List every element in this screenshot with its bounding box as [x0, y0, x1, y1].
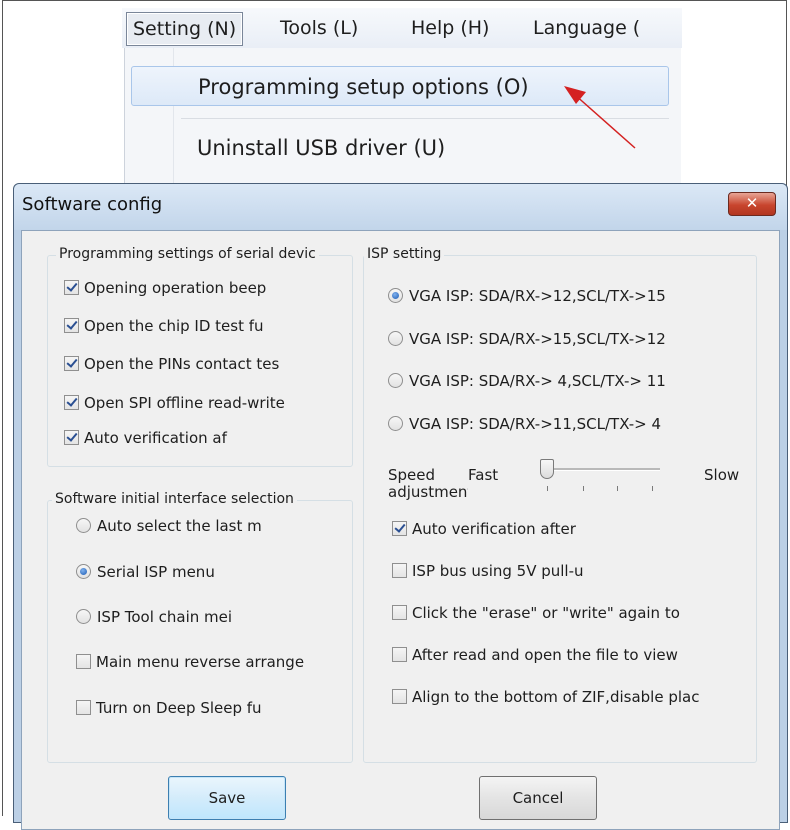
software-config-dialog: Software config ✕ Programming settings o…	[13, 183, 788, 830]
checkbox-deep-sleep[interactable]: Turn on Deep Sleep fu	[76, 697, 284, 719]
checkbox-box	[392, 647, 407, 662]
checkbox-main-menu-reverse[interactable]: Main menu reverse arrange	[76, 651, 348, 673]
checkbox-chip-id-test[interactable]: Open the chip ID test fu	[64, 315, 350, 337]
radio-label: VGA ISP: SDA/RX->11,SCL/TX-> 4	[409, 415, 662, 433]
radio-serial-isp-menu[interactable]: Serial ISP menu	[76, 561, 348, 583]
menu-help[interactable]: Help (H)	[405, 12, 495, 44]
page-frame-left	[2, 0, 3, 816]
checkbox-label: Open SPI offline read-write	[84, 394, 285, 412]
slider-tick	[583, 486, 584, 491]
dialog-titlebar[interactable]: Software config ✕	[14, 184, 787, 230]
checkbox-box	[64, 356, 79, 371]
checkbox-pins-contact-test[interactable]: Open the PINs contact tes	[64, 353, 350, 375]
radio-vga-isp-11-4[interactable]: VGA ISP: SDA/RX->11,SCL/TX-> 4	[388, 413, 748, 435]
checkbox-label: ISP bus using 5V pull-u	[412, 562, 584, 580]
checkbox-box	[76, 654, 91, 669]
serial-settings-group: Programming settings of serial devic Ope…	[47, 246, 353, 467]
speed-fast-label: Fast	[468, 466, 499, 484]
radio-isp-tool-chain[interactable]: ISP Tool chain mei	[76, 606, 256, 628]
checkbox-label: Auto verification after	[412, 520, 576, 538]
checkbox-box	[64, 395, 79, 410]
speed-adjustment-label: Speed adjustment:	[388, 467, 468, 501]
checkbox-isp-5v-pullup[interactable]: ISP bus using 5V pull-u	[392, 560, 637, 582]
isp-setting-group: ISP setting VGA ISP: SDA/RX->12,SCL/TX->…	[363, 246, 757, 763]
radio-label: Auto select the last m	[97, 517, 262, 535]
menu-tools[interactable]: Tools (L)	[274, 12, 364, 44]
slider-tick	[547, 486, 548, 491]
radio-label: ISP Tool chain mei	[97, 608, 233, 626]
checkbox-isp-auto-verification[interactable]: Auto verification after	[392, 518, 642, 540]
checkbox-box	[64, 430, 79, 445]
checkbox-label: Turn on Deep Sleep fu	[96, 699, 262, 717]
checkbox-spi-offline[interactable]: Open SPI offline read-write	[64, 392, 350, 414]
slider-tick	[652, 486, 653, 491]
dialog-client-area: Programming settings of serial devic Ope…	[21, 230, 780, 830]
dialog-title: Software config	[22, 194, 163, 215]
speed-slider-track[interactable]	[540, 468, 660, 471]
close-button[interactable]: ✕	[728, 192, 776, 216]
checkbox-label: Main menu reverse arrange	[96, 653, 305, 671]
serial-settings-title: Programming settings of serial devic	[56, 246, 319, 262]
radio-label: VGA ISP: SDA/RX->12,SCL/TX->15	[409, 287, 666, 305]
checkbox-box	[76, 700, 91, 715]
radio-button	[76, 564, 91, 579]
checkbox-box	[392, 521, 407, 536]
menu-language[interactable]: Language (	[527, 12, 646, 44]
cancel-button[interactable]: Cancel	[479, 776, 597, 820]
radio-button	[388, 288, 403, 303]
checkbox-box	[392, 563, 407, 578]
radio-label: VGA ISP: SDA/RX-> 4,SCL/TX-> 11	[409, 372, 666, 390]
radio-button	[388, 373, 403, 388]
checkbox-align-bottom-zif[interactable]: Align to the bottom of ZIF,disable plac	[392, 686, 747, 708]
checkbox-opening-beep[interactable]: Opening operation beep	[64, 277, 350, 299]
radio-vga-isp-4-11[interactable]: VGA ISP: SDA/RX-> 4,SCL/TX-> 11	[388, 370, 748, 392]
radio-auto-select-last[interactable]: Auto select the last m	[76, 515, 348, 537]
radio-button	[388, 331, 403, 346]
checkbox-label: After read and open the file to view	[412, 646, 678, 664]
checkbox-click-erase-write-again[interactable]: Click the "erase" or "write" again to	[392, 602, 747, 624]
initial-interface-group: Software initial interface selection Aut…	[47, 491, 353, 763]
slider-tick	[617, 486, 618, 491]
radio-button	[76, 609, 91, 624]
isp-setting-title: ISP setting	[364, 246, 445, 262]
checkbox-label: Opening operation beep	[84, 279, 267, 297]
checkbox-label: Open the PINs contact tes	[84, 355, 280, 373]
radio-label: VGA ISP: SDA/RX->15,SCL/TX->12	[409, 330, 666, 348]
checkbox-read-open-file[interactable]: After read and open the file to view	[392, 644, 747, 666]
checkbox-box	[64, 318, 79, 333]
menu-bar: Setting (N) Tools (L) Help (H) Language …	[122, 8, 682, 48]
checkbox-label: Auto verification af	[84, 429, 227, 447]
checkbox-label: Align to the bottom of ZIF,disable plac	[412, 688, 700, 706]
radio-label: Serial ISP menu	[97, 563, 215, 581]
checkbox-box	[392, 605, 407, 620]
speed-slow-label: Slow	[704, 466, 740, 484]
speed-slider-thumb[interactable]	[540, 459, 554, 479]
checkbox-label: Open the chip ID test fu	[84, 317, 264, 335]
radio-button	[388, 416, 403, 431]
save-button[interactable]: Save	[168, 776, 286, 820]
radio-vga-isp-15-12[interactable]: VGA ISP: SDA/RX->15,SCL/TX->12	[388, 328, 748, 350]
radio-button	[76, 518, 91, 533]
red-arrow-annotation	[564, 86, 636, 149]
close-icon: ✕	[745, 194, 759, 212]
checkbox-box	[392, 689, 407, 704]
checkbox-box	[64, 280, 79, 295]
menu-setting[interactable]: Setting (N)	[126, 12, 244, 46]
page-frame-top	[2, 0, 787, 1]
checkbox-label: Click the "erase" or "write" again to	[412, 604, 680, 622]
initial-interface-title: Software initial interface selection	[52, 491, 297, 507]
radio-vga-isp-12-15[interactable]: VGA ISP: SDA/RX->12,SCL/TX->15	[388, 285, 748, 307]
checkbox-auto-verification[interactable]: Auto verification af	[64, 427, 350, 449]
